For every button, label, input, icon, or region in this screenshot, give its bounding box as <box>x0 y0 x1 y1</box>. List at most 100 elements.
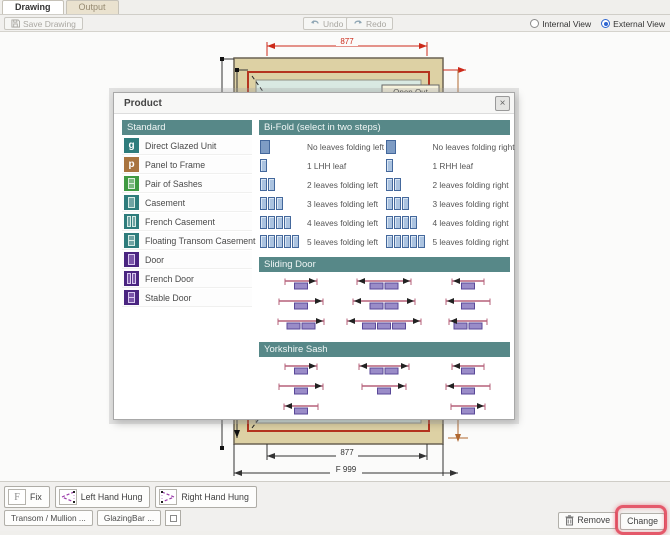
bifold-section-header: Bi-Fold (select in two steps) <box>259 120 510 135</box>
sliding-door-option[interactable] <box>259 294 343 314</box>
redo-label: Redo <box>366 19 386 29</box>
bifold-option-4-right[interactable]: 4 leaves folding right <box>385 213 511 232</box>
yorkshire-sash-option[interactable] <box>426 359 510 379</box>
product-item-direct-glazed-unit[interactable]: g Direct Glazed Unit <box>122 137 252 155</box>
bifold-option-3-left[interactable]: 3 leaves folding left <box>259 194 385 213</box>
tab-output[interactable]: Output <box>66 0 119 14</box>
yorkshire-sash-option[interactable] <box>343 359 427 379</box>
drawing-canvas[interactable]: Open Out 877 877 <box>0 32 670 481</box>
sliding-door-option[interactable] <box>426 294 510 314</box>
bifold-option-2-right[interactable]: 2 leaves folding right <box>385 175 511 194</box>
bifold-option-2-left[interactable]: 2 leaves folding left <box>259 175 385 194</box>
bifold-leaves-icon <box>259 140 307 154</box>
yorkshire-sash-option[interactable] <box>259 379 343 399</box>
bifold-leaves-icon <box>385 216 433 229</box>
action-buttons: Remove Change <box>558 511 665 530</box>
dimension-bottom-width: 877 <box>340 448 354 457</box>
right-hand-hung-label: Right Hand Hung <box>181 492 248 502</box>
bar-style-button[interactable] <box>165 510 181 526</box>
sliding-door-option[interactable] <box>343 314 427 334</box>
product-item-label: Casement <box>145 198 185 208</box>
bifold-option-label: 1 LHH leaf <box>307 161 346 171</box>
dialog-title: Product <box>124 98 495 109</box>
yorkshire-sash-section-header: Yorkshire Sash <box>259 342 510 357</box>
bifold-option-label: 3 leaves folding left <box>307 199 378 209</box>
bifold-leaves-icon <box>259 159 307 172</box>
yorkshire-sash-option[interactable] <box>426 399 510 419</box>
bifold-option-5-right[interactable]: 5 leaves folding right <box>385 232 511 251</box>
yorkshire-sash-option[interactable] <box>343 379 427 399</box>
internal-view-radio-circle[interactable] <box>530 19 539 28</box>
bifold-leaves-icon <box>385 159 433 172</box>
sliding-door-option[interactable] <box>259 274 343 294</box>
sliding-door-option[interactable] <box>426 314 510 334</box>
sliding-door-option[interactable] <box>343 294 427 314</box>
external-view-radio-circle[interactable] <box>601 19 610 28</box>
fix-label: Fix <box>30 492 42 502</box>
product-item-pair-of-sashes[interactable]: Pair of Sashes <box>122 175 252 193</box>
bifold-option-label: 3 leaves folding right <box>433 199 509 209</box>
sliding-door-option[interactable] <box>343 274 427 294</box>
bifold-option-no-leaves-left[interactable]: No leaves folding left <box>259 137 385 156</box>
redo-button[interactable]: Redo <box>346 17 393 30</box>
bifold-option-no-leaves-right[interactable]: No leaves folding right <box>385 137 511 156</box>
bifold-option-4-left[interactable]: 4 leaves folding left <box>259 213 385 232</box>
bifold-leaves-icon <box>259 216 307 229</box>
change-button[interactable]: Change <box>620 513 665 530</box>
transom-mullion-button[interactable]: Transom / Mullion ... <box>4 510 93 526</box>
yorkshire-sash-option[interactable] <box>426 379 510 399</box>
dialog-header[interactable]: Product × <box>114 93 514 114</box>
change-label: Change <box>627 516 658 526</box>
dimension-top-width: 877 <box>340 37 354 46</box>
bar-button-row: Transom / Mullion ... GlazingBar ... <box>4 510 181 526</box>
close-icon[interactable]: × <box>495 96 510 111</box>
bifold-leaves-icon <box>385 235 433 248</box>
yorkshire-sash-option[interactable] <box>259 399 343 419</box>
bifold-column: Bi-Fold (select in two steps) No leaves … <box>259 120 510 427</box>
product-item-casement[interactable]: Casement <box>122 194 252 212</box>
product-item-door[interactable]: Door <box>122 251 252 269</box>
external-view-label: External View <box>613 19 665 29</box>
floating-transom-casement-icon <box>124 233 139 248</box>
product-item-french-door[interactable]: French Door <box>122 270 252 288</box>
yorkshire-sash-option[interactable] <box>259 359 343 379</box>
tab-drawing[interactable]: Drawing <box>2 0 64 14</box>
casement-icon <box>124 195 139 210</box>
bifold-option-1-rhh[interactable]: 1 RHH leaf <box>385 156 511 175</box>
save-icon <box>11 19 20 28</box>
bar-style-icon <box>170 515 177 522</box>
sliding-door-option[interactable] <box>259 314 343 334</box>
left-hand-hung-button[interactable]: Left Hand Hung <box>55 486 151 508</box>
bifold-option-3-right[interactable]: 3 leaves folding right <box>385 194 511 213</box>
toolbar: Save Drawing Undo Redo Internal View Ext… <box>0 15 670 32</box>
product-item-panel-to-frame[interactable]: p Panel to Frame <box>122 156 252 174</box>
product-item-stable-door[interactable]: Stable Door <box>122 289 252 307</box>
glazing-bar-button[interactable]: GlazingBar ... <box>97 510 161 526</box>
panel-to-frame-icon: p <box>124 157 139 172</box>
right-hand-hung-button[interactable]: Right Hand Hung <box>155 486 256 508</box>
undo-label: Undo <box>323 19 343 29</box>
internal-view-radio[interactable]: Internal View <box>530 19 591 29</box>
bifold-leaves-icon <box>385 178 433 191</box>
bifold-row-1: 1 LHH leaf 1 RHH leaf <box>259 156 510 175</box>
external-view-radio[interactable]: External View <box>601 19 665 29</box>
sliding-door-grid <box>259 274 510 334</box>
bifold-row-2: 2 leaves folding left 2 leaves folding r… <box>259 175 510 194</box>
product-item-label: Direct Glazed Unit <box>145 141 216 151</box>
remove-button[interactable]: Remove <box>558 512 617 529</box>
bifold-option-5-left[interactable]: 5 leaves folding left <box>259 232 385 251</box>
save-drawing-button[interactable]: Save Drawing <box>4 17 83 30</box>
product-item-floating-transom-casement[interactable]: Floating Transom Casement <box>122 232 252 250</box>
product-item-french-casement[interactable]: French Casement <box>122 213 252 231</box>
bifold-option-label: 5 leaves folding right <box>433 237 509 247</box>
undo-button[interactable]: Undo <box>303 17 350 30</box>
product-item-label: Stable Door <box>145 293 191 303</box>
fix-button[interactable]: F Fix <box>4 486 50 508</box>
stable-door-icon <box>124 290 139 305</box>
hinge-button-row: F Fix Left Hand Hung Right Hand <box>4 486 257 508</box>
sliding-door-option[interactable] <box>426 274 510 294</box>
standard-column: Standard g Direct Glazed Unit p Panel to… <box>122 120 252 427</box>
empty-cell <box>343 399 427 419</box>
bifold-option-1-lhh[interactable]: 1 LHH leaf <box>259 156 385 175</box>
bifold-leaves-icon <box>259 235 307 248</box>
